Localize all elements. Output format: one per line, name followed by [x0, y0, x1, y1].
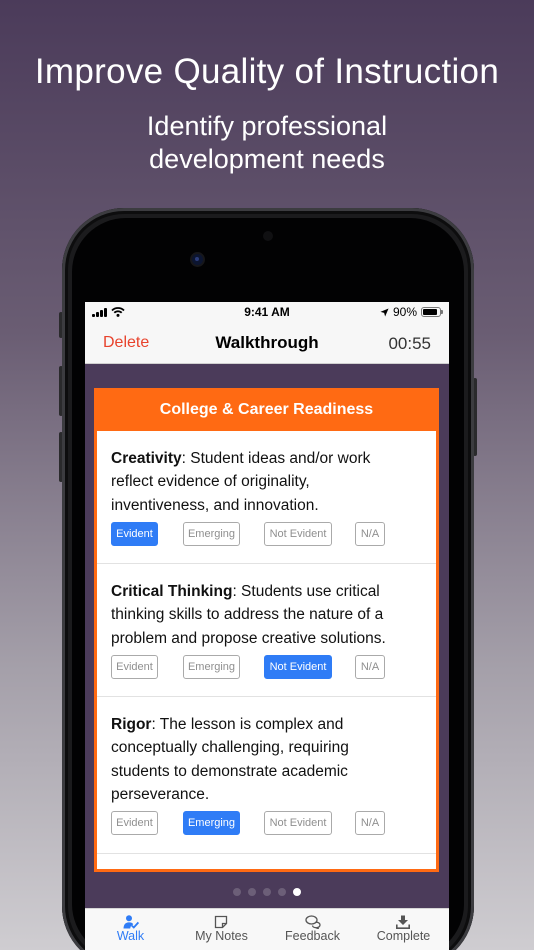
category-card: College & Career Readiness Creativity: S… — [94, 388, 439, 872]
rating-not-evident[interactable]: Not Evident — [264, 655, 332, 679]
navigation-bar: Delete Walkthrough 00:55 — [85, 322, 449, 364]
battery-icon — [421, 307, 443, 317]
criterion-rigor: Rigor: The lesson is complex and concept… — [97, 697, 436, 854]
walkthrough-timer: 00:55 — [388, 334, 431, 353]
rating-na[interactable]: N/A — [355, 811, 385, 835]
criterion-text: Rigor: The lesson is complex and concept… — [111, 713, 411, 807]
criterion-creativity: Creativity: Student ideas and/or work re… — [97, 431, 436, 564]
phone-camera — [192, 254, 203, 265]
page-dot[interactable] — [278, 888, 286, 896]
phone-speaker — [263, 231, 273, 241]
criterion-name: Critical Thinking — [111, 583, 233, 600]
tab-walk[interactable]: Walk — [85, 909, 176, 950]
rating-emerging[interactable]: Emerging — [183, 655, 240, 679]
page-dot[interactable] — [233, 888, 241, 896]
battery-percent: 90% — [392, 305, 417, 319]
status-bar: 9:41 AM 90% — [85, 302, 449, 322]
rating-evident[interactable]: Evident — [111, 811, 158, 835]
page-dot[interactable] — [248, 888, 256, 896]
note-icon — [214, 915, 228, 929]
rating-na[interactable]: N/A — [355, 655, 385, 679]
tab-label: Complete — [376, 929, 431, 943]
criterion-text: Critical Thinking: Students use critical… — [111, 580, 411, 650]
status-right: 90% — [380, 305, 443, 319]
download-tray-icon — [396, 915, 410, 929]
criterion-name: Rigor — [111, 716, 152, 733]
criteria-list[interactable]: Creativity: Student ideas and/or work re… — [97, 431, 436, 869]
criterion-text: Creativity: Student ideas and/or work re… — [111, 447, 411, 517]
criterion-critical-thinking: Critical Thinking: Students use critical… — [97, 564, 436, 697]
page-dot[interactable] — [263, 888, 271, 896]
tab-label: Walk — [116, 929, 145, 943]
rating-evident[interactable]: Evident — [111, 522, 158, 546]
app-screen: 9:41 AM 90% Delete Walkthrough 00:55 Col… — [85, 302, 449, 950]
tab-label: My Notes — [195, 929, 248, 943]
battery-level-fill — [423, 309, 438, 315]
walk-person-icon — [123, 915, 139, 929]
location-arrow-icon — [380, 307, 389, 317]
criterion-name: Creativity — [111, 450, 182, 467]
tab-complete[interactable]: Complete — [358, 909, 449, 950]
category-title: College & Career Readiness — [159, 401, 374, 418]
tab-bar: Walk My Notes Feedback Complete — [85, 908, 449, 950]
page-dot[interactable] — [293, 888, 301, 896]
rating-not-evident[interactable]: Not Evident — [264, 811, 332, 835]
rating-emerging[interactable]: Emerging — [183, 811, 240, 835]
rating-emerging[interactable]: Emerging — [183, 522, 240, 546]
rating-not-evident[interactable]: Not Evident — [264, 522, 332, 546]
tab-label: Feedback — [285, 929, 340, 943]
page-indicator[interactable] — [85, 888, 449, 896]
rating-evident[interactable]: Evident — [111, 655, 158, 679]
chat-bubbles-icon — [305, 915, 321, 929]
promo-subline: Identify professional development needs — [146, 111, 388, 174]
promo-headline: Improve Quality of Instruction — [34, 52, 500, 91]
tab-my-notes[interactable]: My Notes — [176, 909, 267, 950]
rating-na[interactable]: N/A — [355, 522, 385, 546]
tab-feedback[interactable]: Feedback — [267, 909, 358, 950]
